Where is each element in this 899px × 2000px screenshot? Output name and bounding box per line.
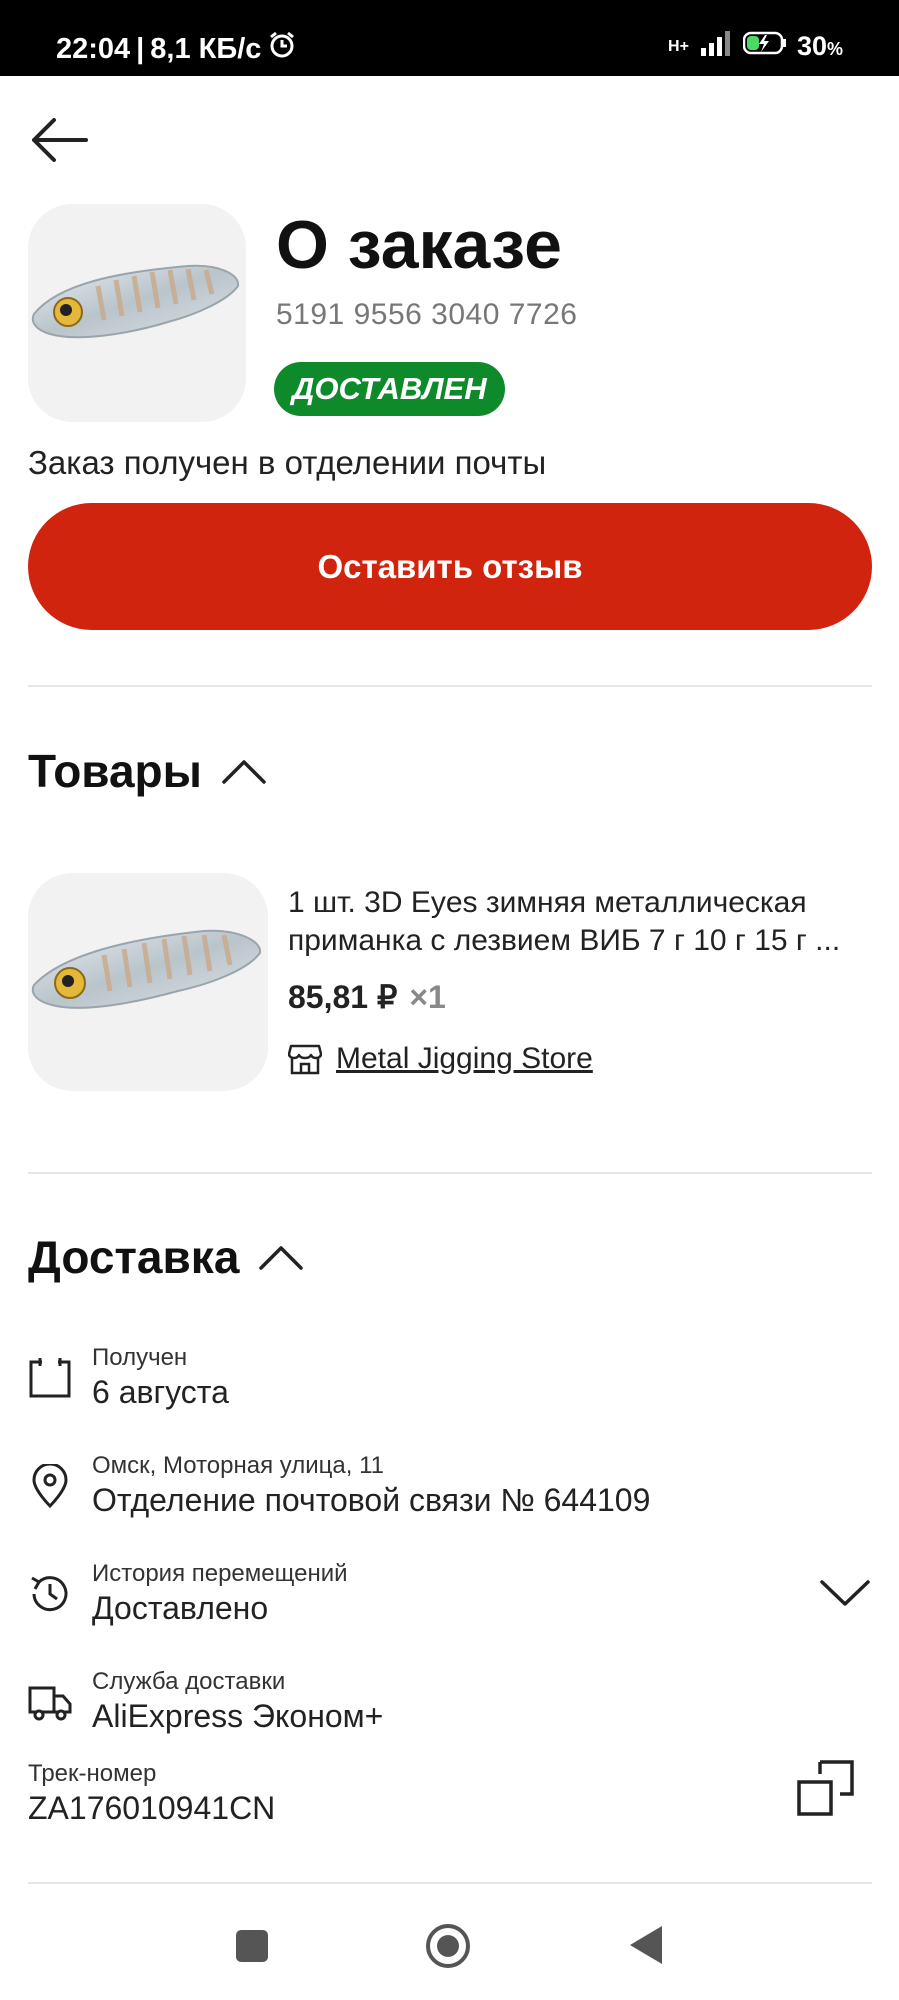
product-quantity: ×1 bbox=[409, 979, 446, 1015]
history-label: История перемещений bbox=[92, 1560, 348, 1587]
tracking-number: ZA176010941CN bbox=[28, 1790, 276, 1826]
signal-icon bbox=[699, 30, 733, 63]
copy-tracking-button[interactable] bbox=[796, 1758, 856, 1818]
home-button[interactable] bbox=[424, 1922, 472, 1975]
recents-button[interactable] bbox=[234, 1928, 270, 1969]
alarm-icon bbox=[267, 30, 297, 68]
product-thumbnail[interactable] bbox=[28, 873, 268, 1091]
status-description: Заказ получен в отделении почты bbox=[28, 444, 547, 481]
status-speed: 8,1 КБ/с bbox=[150, 32, 262, 65]
product-title-line: 1 шт. 3D Eyes зимняя металлическая bbox=[288, 886, 807, 919]
status-separator: | bbox=[136, 32, 145, 65]
divider bbox=[28, 685, 872, 687]
history-icon bbox=[28, 1572, 72, 1616]
products-section-header[interactable]: Товары bbox=[28, 744, 268, 798]
battery-icon bbox=[742, 31, 787, 62]
product-title[interactable]: 1 шт. 3D Eyes зимняя металлическая прима… bbox=[288, 884, 868, 960]
calendar-icon bbox=[28, 1356, 72, 1400]
delivery-section-title: Доставка bbox=[28, 1231, 240, 1283]
chevron-down-icon bbox=[820, 1580, 870, 1606]
address-label: Омск, Моторная улица, 11 bbox=[92, 1452, 384, 1479]
copy-icon bbox=[797, 1760, 854, 1816]
triangle-back-icon bbox=[630, 1926, 662, 1964]
service-label: Служба доставки bbox=[92, 1668, 286, 1695]
delivery-section-header[interactable]: Доставка bbox=[28, 1230, 305, 1284]
history-value: Доставлено bbox=[92, 1590, 269, 1626]
lure-image bbox=[31, 929, 262, 1009]
product-title-line: приманка с лезвием ВИБ 7 г 10 г 15 г ... bbox=[288, 924, 841, 957]
received-label: Получен bbox=[92, 1344, 188, 1371]
order-product-thumbnail bbox=[28, 204, 246, 422]
store-link[interactable]: Metal Jigging Store bbox=[336, 1042, 593, 1076]
divider bbox=[28, 1172, 872, 1174]
products-section-title: Товары bbox=[28, 745, 202, 797]
back-nav-button[interactable] bbox=[628, 1924, 664, 1971]
leave-review-button[interactable]: Оставить отзыв bbox=[28, 503, 872, 630]
lure-image bbox=[31, 264, 240, 339]
product-price-row: 85,81 ₽ ×1 bbox=[288, 978, 446, 1016]
status-bar: 22:04 | 8,1 КБ/с H+ 30% bbox=[0, 0, 899, 76]
service-value: AliExpress Эконом+ bbox=[92, 1698, 384, 1734]
truck-icon bbox=[28, 1680, 72, 1724]
battery-unit: % bbox=[826, 39, 843, 59]
received-value: 6 августа bbox=[92, 1374, 229, 1410]
store-row[interactable]: Metal Jigging Store bbox=[288, 1042, 593, 1076]
status-badge: ДОСТАВЛЕН bbox=[274, 362, 505, 416]
divider bbox=[28, 1882, 872, 1884]
order-number: 5191 9556 3040 7726 bbox=[276, 298, 578, 331]
network-type: H+ bbox=[668, 37, 689, 55]
address-value: Отделение почтовой связи № 644109 bbox=[92, 1482, 651, 1518]
chevron-up-icon bbox=[259, 1246, 304, 1270]
chevron-up-icon bbox=[222, 760, 266, 784]
battery-level: 30% bbox=[797, 31, 843, 62]
status-right: H+ 30% bbox=[668, 30, 843, 63]
page-title: О заказе bbox=[276, 207, 562, 283]
store-icon bbox=[288, 1044, 322, 1075]
back-button[interactable] bbox=[28, 112, 90, 168]
arrow-left-icon bbox=[32, 118, 88, 162]
history-expand-button[interactable] bbox=[818, 1570, 872, 1614]
home-circle-icon bbox=[426, 1924, 470, 1968]
system-nav-bar bbox=[0, 1900, 899, 2000]
battery-value: 30 bbox=[796, 31, 827, 61]
square-icon bbox=[236, 1930, 268, 1962]
status-time: 22:04 bbox=[56, 32, 131, 65]
product-price: 85,81 ₽ bbox=[288, 979, 398, 1015]
location-pin-icon bbox=[28, 1462, 72, 1509]
tracking-label: Трек-номер bbox=[28, 1760, 157, 1787]
status-left: 22:04 | 8,1 КБ/с bbox=[56, 30, 297, 68]
